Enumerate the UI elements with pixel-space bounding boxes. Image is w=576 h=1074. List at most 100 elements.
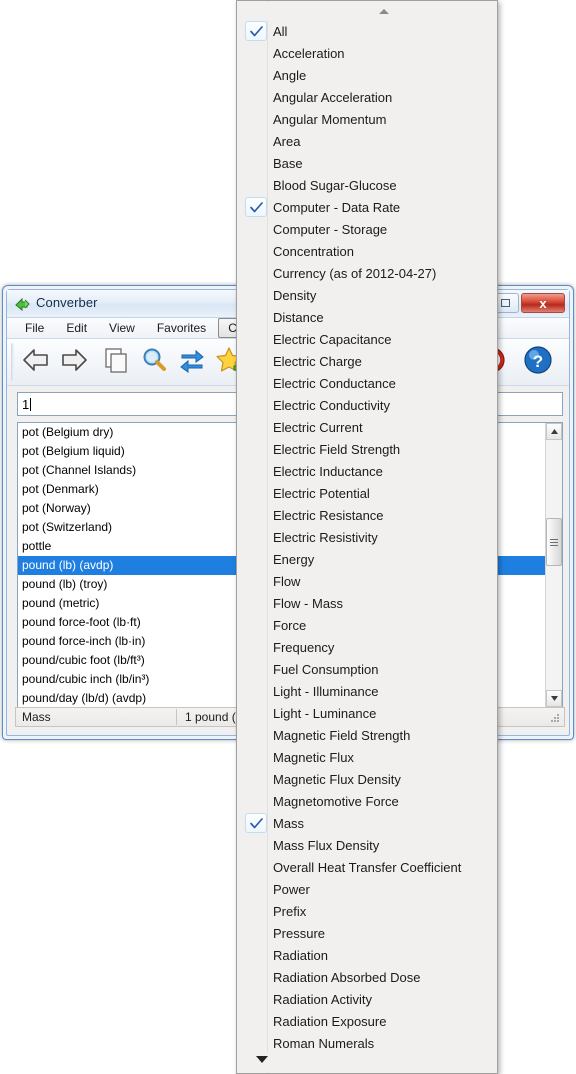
category-menu-item[interactable]: Pressure xyxy=(237,922,497,944)
category-menu-item[interactable]: Frequency xyxy=(237,636,497,658)
category-menu-item[interactable]: Distance xyxy=(237,306,497,328)
category-menu-item[interactable]: Force xyxy=(237,614,497,636)
back-button[interactable] xyxy=(17,343,55,381)
category-menu-item-label: Radiation Activity xyxy=(273,991,372,1007)
category-menu-item[interactable]: Magnetic Field Strength xyxy=(237,724,497,746)
category-menu-item-label: Frequency xyxy=(273,639,335,655)
swap-button[interactable] xyxy=(173,343,211,381)
category-menu-item[interactable]: Electric Conductivity xyxy=(237,394,497,416)
category-menu-item[interactable]: Power xyxy=(237,878,497,900)
menu-view[interactable]: View xyxy=(99,318,145,338)
menu-file[interactable]: File xyxy=(15,318,54,338)
dropdown-scroll-down[interactable] xyxy=(238,1052,496,1072)
category-menu-item[interactable]: Electric Resistivity xyxy=(237,526,497,548)
copy-icon xyxy=(102,346,130,379)
search-icon xyxy=(140,346,168,379)
category-menu-item[interactable]: Computer - Data Rate xyxy=(237,196,497,218)
category-menu-item[interactable]: Concentration xyxy=(237,240,497,262)
category-menu-item[interactable]: Mass xyxy=(237,812,497,834)
toolbar-grip[interactable] xyxy=(11,343,14,381)
scroll-down-button[interactable] xyxy=(546,690,562,707)
category-menu-item-label: Radiation Exposure xyxy=(273,1013,387,1029)
category-menu-item-label: Pressure xyxy=(273,925,326,941)
category-menu-item[interactable]: Overall Heat Transfer Coefficient xyxy=(237,856,497,878)
category-menu-item[interactable]: Flow - Mass xyxy=(237,592,497,614)
category-menu-item-label: Prefix xyxy=(273,903,307,919)
category-menu-item[interactable]: Electric Capacitance xyxy=(237,328,497,350)
category-menu-item-label: Electric Potential xyxy=(273,485,370,501)
category-menu-item-label: Magnetomotive Force xyxy=(273,793,399,809)
category-menu-item-label: Computer - Data Rate xyxy=(273,199,401,215)
help-button[interactable]: ? xyxy=(519,343,557,381)
category-menu-item[interactable]: Area xyxy=(237,130,497,152)
resize-grip-icon[interactable] xyxy=(549,712,561,724)
category-menu-item[interactable]: Radiation xyxy=(237,944,497,966)
category-menu-item[interactable]: Roman Numerals xyxy=(237,1032,497,1053)
category-menu-item[interactable]: Light - Illuminance xyxy=(237,680,497,702)
category-menu-item-label: Radiation xyxy=(273,947,328,963)
category-menu-item[interactable]: Magnetic Flux xyxy=(237,746,497,768)
menu-edit[interactable]: Edit xyxy=(56,318,97,338)
status-category: Mass xyxy=(22,710,51,724)
category-menu-item-label: Base xyxy=(273,155,303,171)
copy-button[interactable] xyxy=(97,343,135,381)
category-menu-item[interactable]: Angular Momentum xyxy=(237,108,497,130)
category-menu-item[interactable]: Electric Field Strength xyxy=(237,438,497,460)
close-button[interactable]: x xyxy=(521,293,565,313)
category-menu-item[interactable]: Density xyxy=(237,284,497,306)
dropdown-scroll-up[interactable] xyxy=(238,2,496,20)
category-menu-item[interactable]: Electric Current xyxy=(237,416,497,438)
unit-list-scrollbar[interactable] xyxy=(545,423,562,707)
category-menu-item-label: Area xyxy=(273,133,301,149)
category-menu-item-label: Mass Flux Density xyxy=(273,837,380,853)
category-menu-item[interactable]: Flow xyxy=(237,570,497,592)
category-menu-item[interactable]: Magnetomotive Force xyxy=(237,790,497,812)
search-button[interactable] xyxy=(135,343,173,381)
category-menu-item-label: Light - Illuminance xyxy=(273,683,379,699)
category-menu-item[interactable]: Base xyxy=(237,152,497,174)
window-controls: x xyxy=(491,293,565,314)
scrollbar-grip-icon xyxy=(550,537,558,548)
category-menu-item[interactable]: Radiation Activity xyxy=(237,988,497,1010)
category-menu-item[interactable]: Prefix xyxy=(237,900,497,922)
scrollbar-thumb[interactable] xyxy=(546,518,562,566)
category-menu-item[interactable]: Radiation Exposure xyxy=(237,1010,497,1032)
category-menu-item[interactable]: Mass Flux Density xyxy=(237,834,497,856)
category-menu-item[interactable]: Acceleration xyxy=(237,42,497,64)
category-menu-item-label: Electric Resistivity xyxy=(273,529,378,545)
category-menu-item-label: Magnetic Flux Density xyxy=(273,771,401,787)
help-icon: ? xyxy=(523,345,553,380)
category-menu-item[interactable]: Blood Sugar-Glucose xyxy=(237,174,497,196)
category-menu-item[interactable]: Electric Resistance xyxy=(237,504,497,526)
category-menu-item[interactable]: Energy xyxy=(237,548,497,570)
category-menu-item[interactable]: Angle xyxy=(237,64,497,86)
category-menu-item-label: Density xyxy=(273,287,317,303)
category-menu-item[interactable]: Currency (as of 2012-04-27) xyxy=(237,262,497,284)
category-menu-item-label: Overall Heat Transfer Coefficient xyxy=(273,859,462,875)
category-menu-item-label: Angle xyxy=(273,67,307,83)
scroll-up-button[interactable] xyxy=(546,423,562,440)
category-menu-item[interactable]: Fuel Consumption xyxy=(237,658,497,680)
category-menu-item[interactable]: All xyxy=(237,20,497,42)
text-caret xyxy=(30,398,32,411)
checkmark-icon xyxy=(245,197,267,217)
category-menu-item-label: Flow xyxy=(273,573,301,589)
category-menu-item[interactable]: Magnetic Flux Density xyxy=(237,768,497,790)
category-menu-item[interactable]: Electric Conductance xyxy=(237,372,497,394)
category-dropdown-menu: All Acceleration Angle Angular Acceleration… xyxy=(236,0,498,1074)
category-menu-item[interactable]: Electric Inductance xyxy=(237,460,497,482)
category-menu-item-label: Radiation Absorbed Dose xyxy=(273,969,421,985)
menu-favorites[interactable]: Favorites xyxy=(147,318,216,338)
category-menu-item[interactable]: Electric Charge xyxy=(237,350,497,372)
category-menu-item[interactable]: Electric Potential xyxy=(237,482,497,504)
forward-icon xyxy=(59,347,89,378)
category-menu-item[interactable]: Light - Luminance xyxy=(237,702,497,724)
category-menu-item[interactable]: Radiation Absorbed Dose xyxy=(237,966,497,988)
checkmark-icon xyxy=(245,21,267,41)
category-menu-item-label: Mass xyxy=(273,815,305,831)
category-menu-item-label: Roman Numerals xyxy=(273,1035,375,1051)
category-menu-item-label: Acceleration xyxy=(273,45,345,61)
category-menu-item[interactable]: Angular Acceleration xyxy=(237,86,497,108)
category-menu-item[interactable]: Computer - Storage xyxy=(237,218,497,240)
forward-button[interactable] xyxy=(55,343,93,381)
